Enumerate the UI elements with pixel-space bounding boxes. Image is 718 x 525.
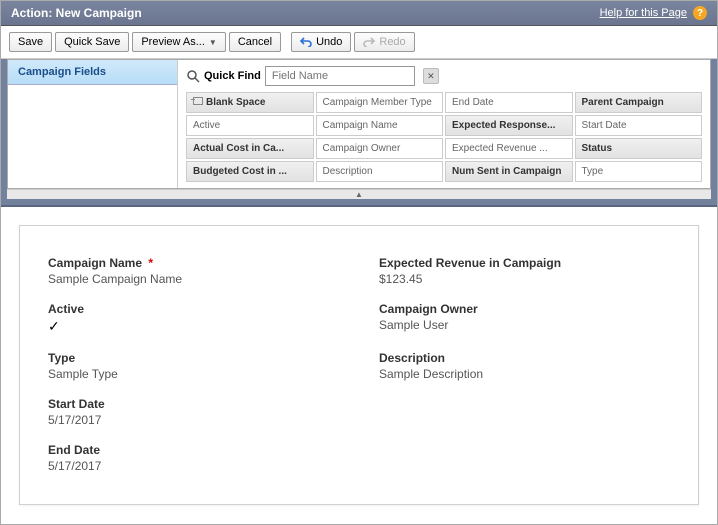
palette-field[interactable]: Num Sent in Campaign <box>445 161 573 182</box>
palette-field[interactable]: Actual Cost in Ca... <box>186 138 314 159</box>
form-field[interactable]: Campaign Name * Sample Campaign Name <box>48 256 339 286</box>
form-value: $123.45 <box>379 272 670 286</box>
layout-canvas[interactable]: Campaign Name * Sample Campaign Name Expec… <box>19 225 699 505</box>
form-value: 5/17/2017 <box>48 413 339 427</box>
palette-field-label: End Date <box>452 97 494 108</box>
palette-field[interactable]: Parent Campaign <box>575 92 703 113</box>
palette-field-label: Active <box>193 120 220 131</box>
help-link[interactable]: Help for this Page <box>600 7 687 19</box>
palette-field-label: Expected Revenue ... <box>452 143 548 154</box>
form-label: Campaign Name * <box>48 256 339 270</box>
palette-resize-grip[interactable]: ▲ <box>7 189 711 199</box>
palette-main: Quick Find ✕ Blank Space Campaign Member … <box>178 60 710 188</box>
palette-field[interactable]: Description <box>316 161 444 182</box>
palette-field-label: Description <box>323 166 373 177</box>
form-label: Active <box>48 302 339 316</box>
palette-field[interactable]: Expected Revenue ... <box>445 138 573 159</box>
form-field[interactable]: End Date 5/17/2017 <box>48 443 339 473</box>
quick-save-button[interactable]: Quick Save <box>55 32 129 52</box>
form-value: ✓ <box>48 318 339 335</box>
palette-field[interactable]: Status <box>575 138 703 159</box>
palette-field[interactable]: Budgeted Cost in ... <box>186 161 314 182</box>
chevron-down-icon: ▼ <box>209 38 217 47</box>
form-value: Sample User <box>379 318 670 332</box>
palette-field[interactable]: Campaign Owner <box>316 138 444 159</box>
undo-icon <box>300 37 312 47</box>
canvas-wrap: Campaign Name * Sample Campaign Name Expec… <box>1 207 717 523</box>
cancel-button[interactable]: Cancel <box>229 32 281 52</box>
palette-field[interactable]: End Date <box>445 92 573 113</box>
form-field[interactable] <box>379 443 670 473</box>
form-value: Sample Description <box>379 367 670 381</box>
palette-field-label: Budgeted Cost in ... <box>193 166 287 177</box>
help-icon[interactable]: ? <box>693 6 707 20</box>
palette-sidebar: Campaign Fields <box>8 60 178 188</box>
palette-field-label: Parent Campaign <box>582 97 664 108</box>
form-value: Sample Campaign Name <box>48 272 339 286</box>
undo-button[interactable]: Undo <box>291 32 351 52</box>
palette-field[interactable]: Campaign Name <box>316 115 444 136</box>
palette-field-label: Campaign Name <box>323 120 398 131</box>
palette-field-label: Blank Space <box>206 97 265 108</box>
form-field[interactable]: Type Sample Type <box>48 351 339 381</box>
form-field[interactable]: Start Date 5/17/2017 <box>48 397 339 427</box>
palette-field-label: Status <box>582 143 613 154</box>
palette-field[interactable]: Expected Response... <box>445 115 573 136</box>
form-field[interactable]: Expected Revenue in Campaign $123.45 <box>379 256 670 286</box>
palette-field-label: Expected Response... <box>452 120 555 131</box>
quickfind-label: Quick Find <box>204 70 261 82</box>
form-field[interactable]: Active ✓ <box>48 302 339 335</box>
clear-icon[interactable]: ✕ <box>423 68 439 84</box>
field-columns: Campaign Name * Sample Campaign Name Expec… <box>48 256 670 473</box>
palette-field[interactable]: Active <box>186 115 314 136</box>
field-grid: Blank Space Campaign Member Type End Date P… <box>186 92 702 182</box>
redo-icon <box>363 37 375 47</box>
form-label: Type <box>48 351 339 365</box>
palette-field[interactable]: Type <box>575 161 703 182</box>
form-value: Sample Type <box>48 367 339 381</box>
palette-field-label: Type <box>582 166 604 177</box>
palette-field[interactable]: Start Date <box>575 115 703 136</box>
form-label: End Date <box>48 443 339 457</box>
form-label: Start Date <box>48 397 339 411</box>
redo-label: Redo <box>379 36 405 48</box>
form-label: Description <box>379 351 670 365</box>
palette-field-label: Campaign Member Type <box>323 97 432 108</box>
page-header: Action: New Campaign Help for this Page … <box>1 1 717 26</box>
palette-field[interactable]: Blank Space <box>186 92 314 113</box>
form-field[interactable] <box>379 397 670 427</box>
form-field[interactable]: Campaign Owner Sample User <box>379 302 670 335</box>
palette-field-label: Start Date <box>582 120 627 131</box>
quickfind-row: Quick Find ✕ <box>186 66 702 86</box>
search-icon <box>186 69 200 83</box>
palette-field-label: Num Sent in Campaign <box>452 166 561 177</box>
undo-label: Undo <box>316 36 342 48</box>
redo-button: Redo <box>354 32 414 52</box>
form-value: 5/17/2017 <box>48 459 339 473</box>
preview-as-label: Preview As... <box>141 36 205 48</box>
form-field[interactable]: Description Sample Description <box>379 351 670 381</box>
form-label: Campaign Owner <box>379 302 670 316</box>
quickfind-input[interactable] <box>265 66 415 86</box>
palette-panel: Campaign Fields Quick Find ✕ Blank Space… <box>1 59 717 207</box>
header-title: Action: New Campaign <box>11 6 142 20</box>
save-button[interactable]: Save <box>9 32 52 52</box>
palette-field-label: Campaign Owner <box>323 143 401 154</box>
toolbar: Save Quick Save Preview As... ▼ Cancel U… <box>1 26 717 59</box>
form-label: Expected Revenue in Campaign <box>379 256 670 270</box>
blank-space-icon <box>193 97 203 105</box>
check-icon: ✓ <box>48 318 60 334</box>
palette-field-label: Actual Cost in Ca... <box>193 143 284 154</box>
chevron-up-icon: ▲ <box>355 190 363 199</box>
required-icon: * <box>145 256 153 270</box>
preview-as-button[interactable]: Preview As... ▼ <box>132 32 226 52</box>
header-right: Help for this Page ? <box>600 6 707 20</box>
palette-field[interactable]: Campaign Member Type <box>316 92 444 113</box>
palette: Campaign Fields Quick Find ✕ Blank Space… <box>7 59 711 189</box>
sidebar-item-campaign-fields[interactable]: Campaign Fields <box>8 60 177 85</box>
